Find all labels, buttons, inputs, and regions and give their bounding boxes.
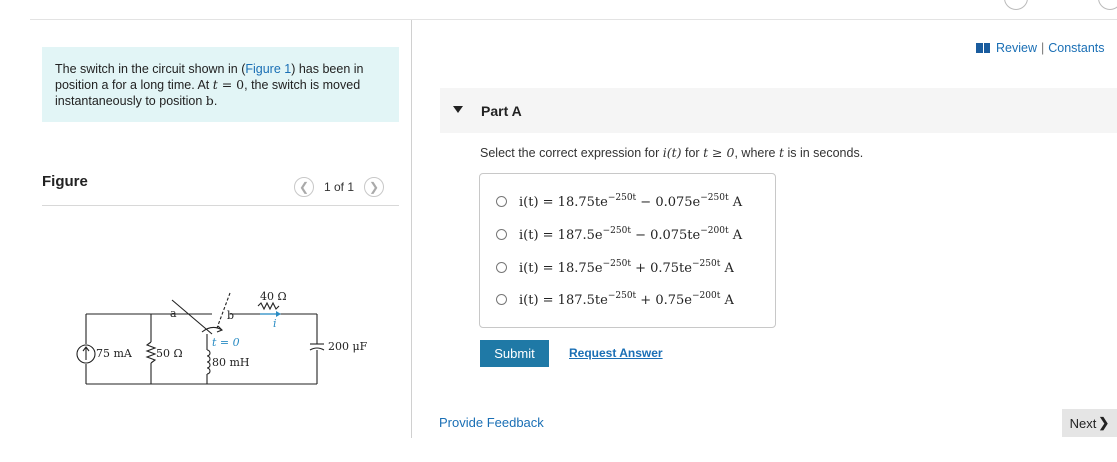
current-label: i [273,317,277,330]
answer-option[interactable]: i(t) = 18.75e−250t + 0.75te−250t A [496,259,734,276]
capacitor-plate [309,347,325,351]
provide-feedback-link[interactable]: Provide Feedback [439,415,544,430]
answer-option[interactable]: i(t) = 187.5te−250t + 0.75e−200t A [496,291,734,308]
next-label: Next [1069,415,1097,431]
node-a-label: a [170,307,177,320]
option-expression: i(t) = 187.5te−250t + 0.75e−200t A [519,291,734,308]
figure-divider [42,205,399,206]
math-eq: = 0 [217,77,245,92]
resistor-50-symbol [145,341,157,364]
inductor-symbol [206,349,211,375]
resistor-40-symbol [257,301,280,311]
top-circle-button[interactable] [1098,0,1117,10]
option-expression: i(t) = 187.5e−250t − 0.075te−200t A [519,226,743,243]
r2-label: 40 Ω [260,290,287,303]
review-constants-links: Review | Constants [976,41,1105,55]
capacitor-label: 200 μF [328,340,368,353]
review-link[interactable]: Review [996,41,1037,55]
math-var: t ≥ 0 [703,145,735,160]
request-answer-link[interactable]: Request Answer [569,346,663,360]
question-part: Select the correct expression for [480,146,663,160]
inductor-label: 80 mH [212,356,250,369]
math-var: b [205,93,214,108]
switch-label: t = 0 [212,336,240,349]
option-expression: i(t) = 18.75te−250t − 0.075e−250t A [519,193,743,210]
next-button[interactable]: Next ❯ [1062,409,1117,437]
radio-button[interactable] [496,229,507,240]
node-b-label: b [227,309,234,322]
collapse-triangle-icon[interactable] [453,106,463,113]
part-a-header[interactable] [440,88,1117,133]
answer-options: i(t) = 18.75te−250t − 0.075e−250t A i(t)… [479,173,776,328]
separator: | [1041,41,1045,55]
figure-pager: ❮ 1 of 1 ❯ [294,176,385,198]
option-expression: i(t) = 18.75e−250t + 0.75te−250t A [519,259,734,276]
math-var: i(t) [662,145,682,160]
answer-option[interactable]: i(t) = 18.75te−250t − 0.075e−250t A [496,193,742,210]
part-a-title: Part A [481,103,522,119]
book-icon [976,43,990,53]
pane-divider [411,20,412,438]
question-part: , where [734,146,779,160]
problem-text: The switch in the circuit shown in ( [55,62,246,76]
constants-link[interactable]: Constants [1048,41,1104,55]
question-part: for [681,146,704,160]
radio-button[interactable] [496,262,507,273]
current-arrowhead [276,311,281,317]
r1-label: 50 Ω [156,347,183,360]
question-part: is in seconds. [783,146,864,160]
problem-text: . [213,94,218,108]
problem-statement: The switch in the circuit shown in (Figu… [42,47,399,122]
answer-option[interactable]: i(t) = 187.5e−250t − 0.075te−200t A [496,226,742,243]
figure-link[interactable]: Figure 1 [245,62,291,76]
radio-button[interactable] [496,196,507,207]
chevron-right-icon[interactable]: ❯ [364,177,385,197]
question-text: Select the correct expression for i(t) f… [480,145,863,160]
submit-button[interactable]: Submit [480,340,549,367]
chevron-left-icon[interactable]: ❮ [294,177,314,197]
circuit-diagram[interactable]: 75 mA 50 Ω a b t = 0 80 mH 40 Ω i 200 μF [62,280,382,400]
pager-text: 1 of 1 [324,180,355,194]
source-label: 75 mA [96,347,133,360]
figure-title: Figure [42,173,88,190]
chevron-right-icon: ❯ [1098,415,1110,430]
radio-button[interactable] [496,294,507,305]
top-circle-button[interactable] [1004,0,1028,10]
top-rule [30,19,1117,20]
